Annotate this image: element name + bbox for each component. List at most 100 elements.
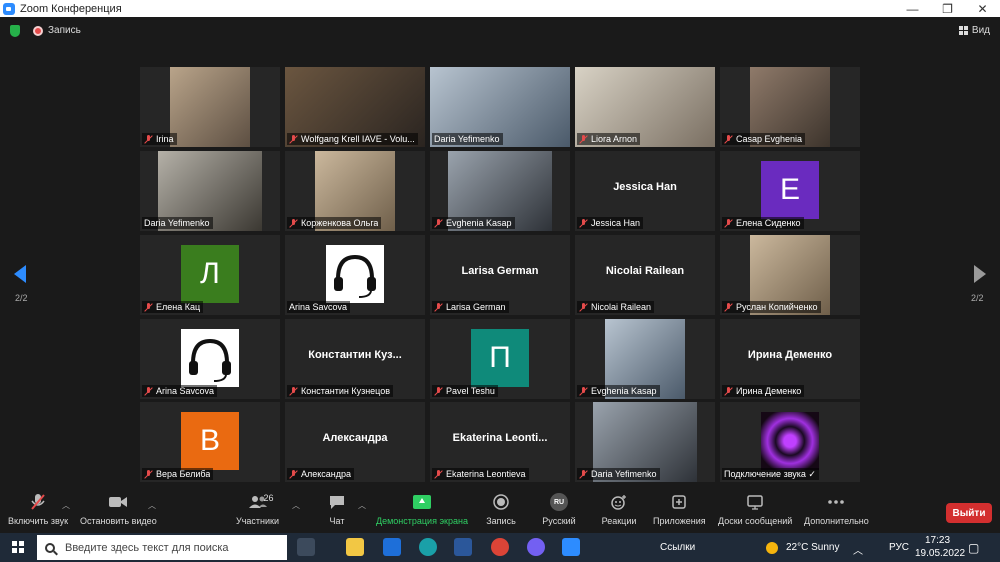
participant-tile[interactable]: Л Елена Кац [140,235,280,315]
maximize-button[interactable]: ❐ [930,0,965,17]
participant-tile[interactable]: Daria Yefimenko [430,67,570,147]
participant-tile[interactable]: Подключение звука ✓ [720,402,860,482]
participant-tile[interactable]: Evghenia Kasap [430,151,570,231]
share-screen-icon [402,490,442,514]
whiteboards-button[interactable]: Доски сообщений [718,490,792,533]
participant-name-bar: Ekaterina Leontieva [432,468,529,480]
previous-page-arrow-icon[interactable] [14,265,26,283]
participant-name: Liora Arnon [591,134,638,144]
participant-tile[interactable]: Daria Yefimenko [140,151,280,231]
unmute-button[interactable]: Включить звук [8,490,68,533]
close-button[interactable]: ✕ [965,0,1000,17]
zoom-logo-icon [3,2,15,15]
participant-tile[interactable]: Ирина Деменко Ирина Деменко [720,319,860,399]
windows-start-icon[interactable] [12,541,24,553]
file-explorer-icon[interactable] [346,538,364,556]
audio-options-chevron-icon[interactable]: ︿ [62,500,70,511]
participant-tile[interactable]: Руслан Копийченко [720,235,860,315]
recording-label[interactable]: Запись [48,25,81,36]
muted-mic-icon [724,134,733,144]
participant-name: Александра [301,469,352,479]
links-toolbar[interactable]: Ссылки [660,542,695,553]
muted-mic-icon [144,386,153,396]
participant-tile[interactable]: Arina Savcova [285,235,425,315]
muted-mic-icon [579,386,588,396]
participants-button[interactable]: 26 Участники [236,490,279,533]
participant-name-bar: Елена Сиденко [722,217,804,229]
participant-name-bar: Arina Savcova [287,301,351,313]
task-view-icon[interactable] [297,538,315,556]
video-button[interactable]: Остановить видео [80,490,157,533]
tray-chevron-icon[interactable]: ︿ [853,542,863,557]
word-icon[interactable] [454,538,472,556]
participant-name: Evghenia Kasap [591,386,657,396]
taskbar-search-box[interactable]: Введите здесь текст для поиска [37,535,287,560]
smiley-plus-icon [599,490,639,514]
participant-tile[interactable]: Корженкова Ольга [285,151,425,231]
participant-tile[interactable]: Nicolai Railean Nicolai Railean [575,235,715,315]
record-icon [481,490,521,514]
more-label: Дополнительно [804,516,869,526]
search-placeholder: Введите здесь текст для поиска [65,541,229,554]
participant-name: Daria Yefimenko [144,218,210,228]
reactions-label: Реакции [601,516,637,526]
participants-options-chevron-icon[interactable]: ︿ [292,500,300,511]
notifications-icon[interactable]: ▢ [968,541,979,555]
participant-tile[interactable]: Casap Evghenia [720,67,860,147]
edge-browser-icon[interactable] [419,538,437,556]
participant-tile[interactable]: Larisa German Larisa German [430,235,570,315]
participant-tile[interactable]: Wolfgang Krell IAVE - Volu... [285,67,425,147]
participant-tile[interactable]: Константин Куз... Константин Кузнецов [285,319,425,399]
view-label: Вид [971,25,990,36]
muted-mic-icon [434,386,443,396]
reactions-button[interactable]: Реакции [599,490,639,533]
record-button[interactable]: Запись [481,490,521,533]
muted-mic-icon [289,134,298,144]
participant-tile[interactable]: Е Елена Сиденко [720,151,860,231]
security-shield-icon[interactable] [10,25,20,37]
chat-button[interactable]: Чат [317,490,357,533]
windows-taskbar: Введите здесь текст для поиска Ссылки 22… [0,533,1000,562]
minimize-button[interactable]: — [895,0,930,17]
participant-tile[interactable]: Irina [140,67,280,147]
language-icon: RU [539,490,579,514]
participant-tile[interactable]: Liora Arnon [575,67,715,147]
muted-mic-icon [579,134,588,144]
participant-name: Evghenia Kasap [446,218,512,228]
clock-date[interactable]: 19.05.2022 [915,548,965,559]
share-screen-button[interactable]: Демонстрация экрана [376,490,468,533]
participant-name: Корженкова Ольга [301,218,379,228]
apps-button[interactable]: Приложения [653,490,706,533]
participant-tile[interactable]: Jessica Han Jessica Han [575,151,715,231]
participant-tile[interactable]: В Вера Белиба [140,402,280,482]
language-button[interactable]: RU Русский [539,490,579,533]
participant-name-bar: Liora Arnon [577,133,641,145]
participant-tile[interactable]: Daria Yefimenko [575,402,715,482]
leave-button[interactable]: Выйти [946,503,992,523]
participant-name: Ирина Деменко [736,386,802,396]
whiteboards-label: Доски сообщений [718,516,793,526]
chrome-icon[interactable] [491,538,509,556]
viber-icon[interactable] [527,538,545,556]
participant-tile[interactable]: Ekaterina Leonti... Ekaterina Leontieva [430,402,570,482]
participant-tile[interactable]: П Pavel Teshu [430,319,570,399]
participant-tile[interactable]: Arina Savcova [140,319,280,399]
participant-name: Константин Кузнецов [301,386,391,396]
input-language[interactable]: РУС [889,542,909,553]
view-button[interactable]: Вид [958,25,990,36]
zoom-taskbar-icon[interactable] [562,538,580,556]
chat-options-chevron-icon[interactable]: ︿ [358,500,366,511]
more-button[interactable]: Дополнительно [804,490,869,533]
participants-count: 26 [263,493,274,503]
participant-name: Елена Кац [156,302,201,312]
participant-name: Вера Белиба [156,469,211,479]
participant-name: Руслан Копийченко [736,302,818,312]
participant-tile[interactable]: Александра Александра [285,402,425,482]
clock-time[interactable]: 17:23 [925,535,950,546]
mail-icon[interactable] [383,538,401,556]
weather-text[interactable]: 22°C Sunny [786,542,839,553]
video-options-chevron-icon[interactable]: ︿ [148,500,156,511]
participant-name-bar: Елена Кац [142,301,204,313]
next-page-arrow-icon[interactable] [974,265,986,283]
participant-tile[interactable]: Evghenia Kasap [575,319,715,399]
